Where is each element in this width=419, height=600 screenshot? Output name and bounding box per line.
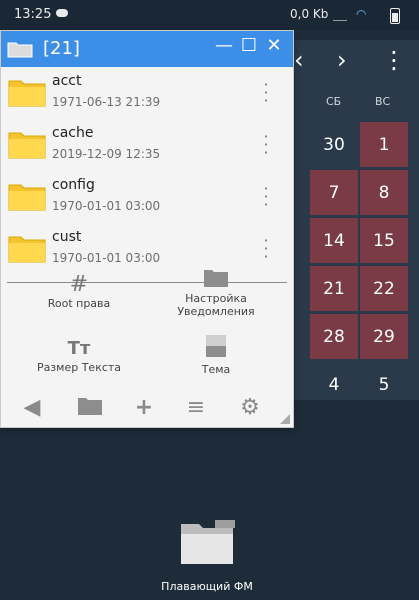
folder-icon[interactable] [75, 395, 105, 423]
next-month-button[interactable]: › [337, 46, 347, 74]
file-date: 1970-01-01 03:00 [52, 199, 161, 213]
calendar-day[interactable]: 1 [360, 122, 408, 167]
calendar-day[interactable]: 29 [360, 314, 408, 359]
minimize-button[interactable]: — [213, 35, 235, 56]
root-rights-button[interactable]: # Root права [31, 272, 127, 311]
folder-icon [8, 80, 46, 107]
file-menu-icon[interactable]: · · · [259, 129, 273, 161]
file-row[interactable]: cache 2019-12-09 12:35 · · · [1, 119, 293, 171]
calendar-day[interactable]: 5 [360, 362, 408, 407]
file-name: cache [52, 125, 94, 141]
close-button[interactable]: ✕ [263, 35, 285, 56]
window-bottom-bar: ◀ + ≡ ⚙ [1, 391, 293, 427]
signal-icon [333, 10, 347, 21]
file-date: 2019-12-09 12:35 [52, 147, 161, 161]
file-name: cust [52, 229, 82, 245]
folder-icon [204, 270, 228, 287]
text-size-icon: Tт [67, 338, 91, 359]
calendar-day[interactable]: 4 [310, 362, 358, 407]
calendar-day[interactable]: 21 [310, 266, 358, 311]
file-list: acct 1971-06-13 21:39 · · · cache 2019-12-… [1, 67, 293, 283]
folder-icon [8, 132, 46, 159]
notification-settings-button[interactable]: Настройка Уведомления [161, 267, 271, 318]
file-date: 1971-06-13 21:39 [52, 95, 161, 109]
back-icon[interactable]: ◀ [17, 395, 47, 420]
maximize-button[interactable]: ☐ [238, 35, 260, 56]
tool-label: Root права [47, 297, 111, 310]
theme-button[interactable]: Тема [176, 335, 256, 376]
calendar-day[interactable]: 8 [360, 170, 408, 215]
prev-month-button[interactable]: ‹ [294, 46, 304, 74]
calendar-day[interactable]: 28 [310, 314, 358, 359]
day-of-week-label: СБ [326, 95, 342, 108]
network-speed: 0,0 Kb [290, 7, 329, 21]
file-row[interactable]: config 1970-01-01 03:00 · · · [1, 171, 293, 223]
resize-handle[interactable] [280, 414, 290, 424]
folder-icon [181, 520, 235, 564]
day-of-week-label: ВС [375, 95, 391, 108]
tool-label: Тема [201, 363, 231, 376]
text-size-button[interactable]: Tт Размер Текста [27, 337, 131, 374]
status-bar: 13:25 0,0 Kb ◠ [0, 0, 419, 30]
file-menu-icon[interactable]: · · · [259, 181, 273, 213]
file-name: acct [52, 73, 82, 89]
file-name: config [52, 177, 95, 193]
file-date: 1970-01-01 03:00 [52, 251, 161, 265]
calendar-day[interactable]: 7 [310, 170, 358, 215]
tool-label: Размер Текста [36, 361, 122, 374]
calendar-nav: ‹ › ⋮ [290, 40, 419, 80]
calendar-widget: ‹ › ⋮ СБ ВС 30 1 7 8 14 15 21 22 28 29 4… [290, 40, 419, 400]
add-icon[interactable]: + [129, 395, 159, 420]
folder-icon [7, 42, 33, 58]
gear-icon[interactable]: ⚙ [235, 395, 265, 420]
menu-icon[interactable]: ≡ [181, 395, 211, 420]
calendar-menu-button[interactable]: ⋮ [382, 46, 406, 74]
folder-icon [8, 184, 46, 211]
file-menu-icon[interactable]: · · · [259, 77, 273, 109]
file-menu-icon[interactable]: · · · [259, 233, 273, 265]
tool-label: Настройка Уведомления [177, 292, 255, 318]
calendar-day[interactable]: 14 [310, 218, 358, 263]
calendar-day[interactable]: 22 [360, 266, 408, 311]
folder-icon [8, 236, 46, 263]
floating-file-manager-window: [21] — ☐ ✕ acct 1971-06-13 21:39 · · · cac… [0, 30, 294, 428]
calendar-day[interactable]: 15 [360, 218, 408, 263]
wifi-icon: ◠ [356, 7, 367, 21]
window-title: [21] [43, 38, 80, 59]
hash-icon: # [69, 272, 89, 297]
window-titlebar[interactable]: [21] — ☐ ✕ [1, 31, 293, 67]
theme-icon [206, 335, 226, 357]
calendar-day[interactable]: 30 [310, 122, 358, 167]
status-time: 13:25 [14, 7, 52, 22]
cloud-icon [56, 9, 68, 17]
file-row[interactable]: acct 1971-06-13 21:39 · · · [1, 67, 293, 119]
shortcut-label: Плавающий ФМ [161, 580, 253, 593]
battery-icon [390, 8, 400, 24]
